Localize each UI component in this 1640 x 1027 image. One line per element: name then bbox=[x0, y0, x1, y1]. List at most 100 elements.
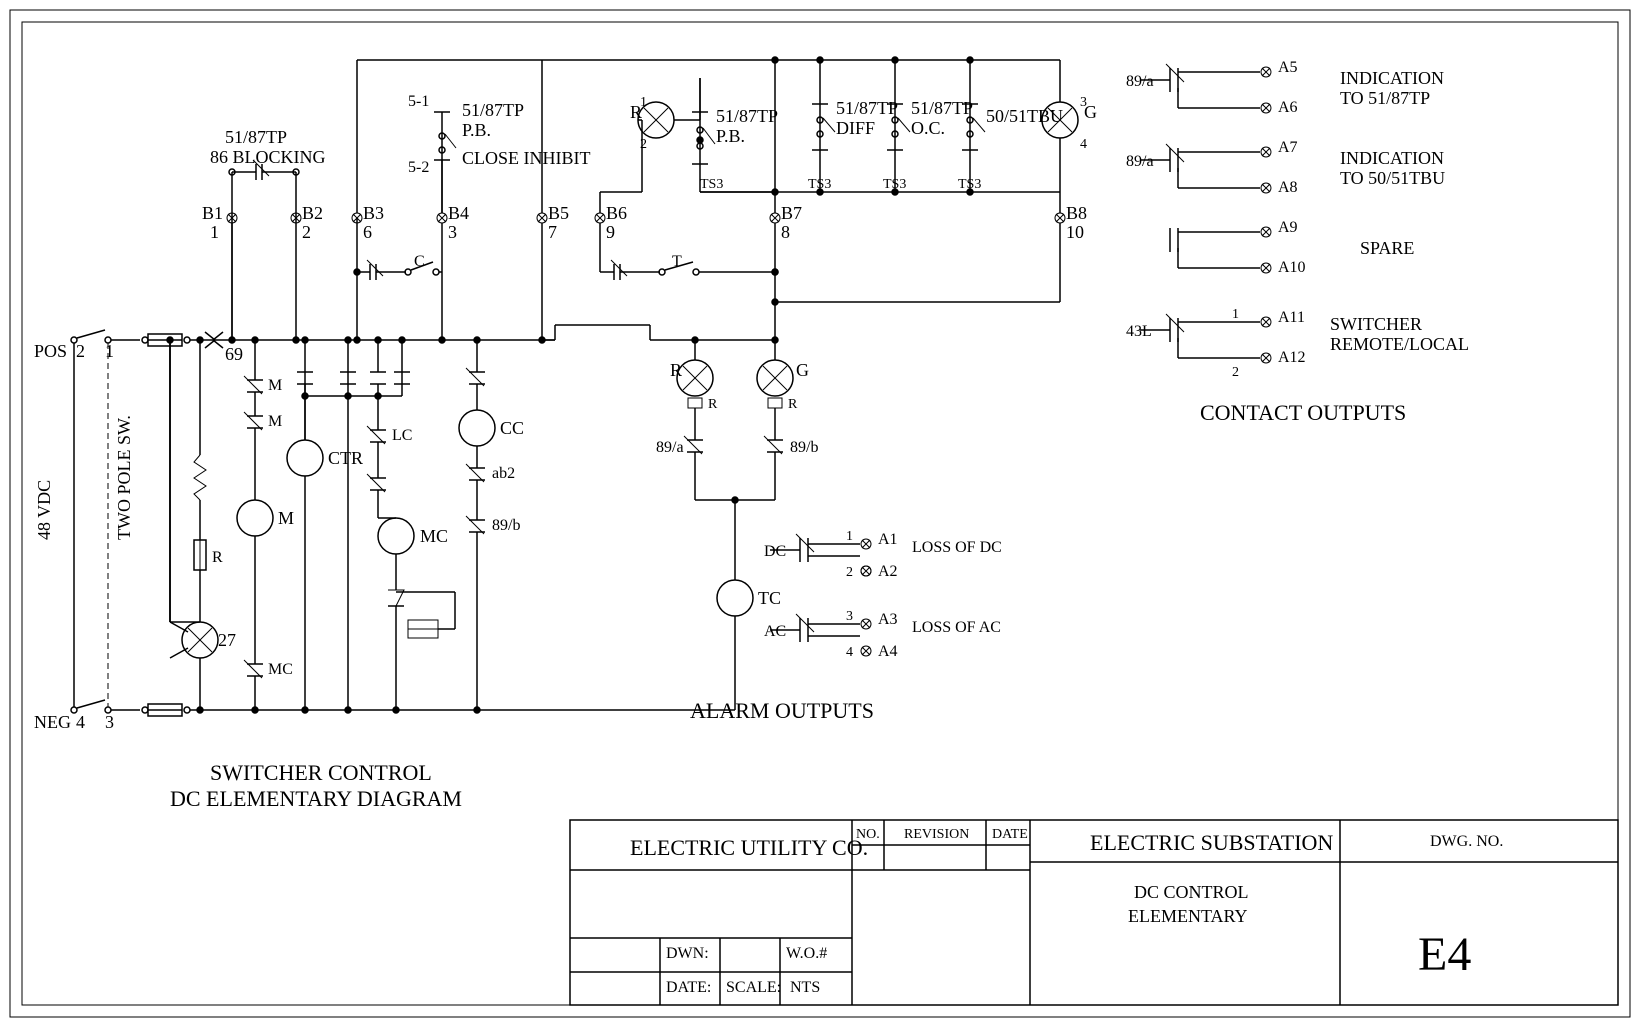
svg-text:INDICATION: INDICATION bbox=[1340, 148, 1444, 168]
svg-text:5-2: 5-2 bbox=[408, 159, 429, 176]
svg-text:1: 1 bbox=[846, 529, 853, 544]
svg-text:A5: A5 bbox=[1278, 59, 1298, 76]
svg-text:6: 6 bbox=[363, 222, 372, 242]
svg-text:DIFF: DIFF bbox=[836, 118, 875, 138]
svg-text:89/a: 89/a bbox=[1126, 73, 1154, 90]
svg-text:ELECTRIC SUBSTATION: ELECTRIC SUBSTATION bbox=[1090, 830, 1333, 855]
svg-text:CLOSE INHIBIT: CLOSE INHIBIT bbox=[462, 148, 591, 168]
svg-text:A1: A1 bbox=[878, 531, 898, 548]
svg-text:ELEMENTARY: ELEMENTARY bbox=[1128, 906, 1248, 926]
sw-69: 69 bbox=[225, 344, 243, 364]
svg-text:51/87TP: 51/87TP bbox=[462, 100, 524, 120]
svg-text:1: 1 bbox=[210, 222, 219, 242]
svg-text:SCALE:: SCALE: bbox=[726, 979, 781, 996]
svg-text:B7: B7 bbox=[781, 203, 802, 223]
svg-text:4: 4 bbox=[1080, 137, 1087, 152]
pos-2: 2 bbox=[76, 341, 85, 361]
svg-text:DC ELEMENTARY DIAGRAM: DC ELEMENTARY DIAGRAM bbox=[170, 786, 462, 811]
svg-text:R: R bbox=[708, 397, 718, 412]
svg-text:50/51TBU: 50/51TBU bbox=[986, 106, 1063, 126]
blocking-2: 86 BLOCKING bbox=[210, 147, 326, 167]
label-48vdc: 48 VDC bbox=[34, 480, 54, 540]
svg-text:51/87TP: 51/87TP bbox=[716, 106, 778, 126]
svg-text:A2: A2 bbox=[878, 563, 898, 580]
contact-outputs: 89/a A5A6 INDICATIONTO 51/87TP 89/a A7A8… bbox=[1126, 59, 1469, 380]
svg-text:MC: MC bbox=[268, 661, 293, 678]
svg-text:1: 1 bbox=[1232, 307, 1239, 322]
svg-text:TO 50/51TBU: TO 50/51TBU bbox=[1340, 168, 1445, 188]
svg-text:5-1: 5-1 bbox=[408, 93, 429, 110]
svg-text:A4: A4 bbox=[878, 643, 898, 660]
svg-text:SWITCHER CONTROL: SWITCHER CONTROL bbox=[210, 760, 432, 785]
svg-text:B4: B4 bbox=[448, 203, 469, 223]
svg-text:R: R bbox=[788, 397, 798, 412]
svg-text:ab2: ab2 bbox=[492, 465, 515, 482]
svg-text:AC: AC bbox=[764, 623, 786, 640]
svg-text:CC: CC bbox=[500, 418, 524, 438]
svg-text:DATE: DATE bbox=[992, 827, 1028, 842]
svg-text:ELECTRIC UTILITY CO.: ELECTRIC UTILITY CO. bbox=[630, 835, 868, 860]
svg-text:A10: A10 bbox=[1278, 259, 1306, 276]
svg-text:10: 10 bbox=[1066, 222, 1084, 242]
svg-text:DC: DC bbox=[764, 543, 786, 560]
pos-1: 1 bbox=[105, 341, 114, 361]
svg-text:R: R bbox=[670, 360, 682, 380]
schematic-canvas: POS 2 1 69 NEG 4 3 48 VDC TWO POLE SW. 5… bbox=[0, 0, 1640, 1027]
svg-text:2: 2 bbox=[302, 222, 311, 242]
svg-text:A7: A7 bbox=[1278, 139, 1298, 156]
svg-text:M: M bbox=[278, 508, 294, 528]
svg-text:LC: LC bbox=[392, 427, 412, 444]
svg-text:TS3: TS3 bbox=[700, 177, 723, 192]
svg-text:LOSS OF DC: LOSS OF DC bbox=[912, 539, 1002, 556]
svg-text:A9: A9 bbox=[1278, 219, 1298, 236]
svg-text:51/87TP: 51/87TP bbox=[911, 98, 973, 118]
svg-text:E4: E4 bbox=[1418, 928, 1471, 981]
svg-text:M: M bbox=[268, 377, 282, 394]
svg-text:T: T bbox=[672, 253, 682, 270]
svg-text:DC CONTROL: DC CONTROL bbox=[1134, 882, 1249, 902]
neg-4: 4 bbox=[76, 712, 85, 732]
blocking-1: 51/87TP bbox=[225, 127, 287, 147]
alarm-title: ALARM OUTPUTS bbox=[690, 698, 874, 723]
svg-text:2: 2 bbox=[846, 565, 853, 580]
svg-text:89/b: 89/b bbox=[790, 439, 818, 456]
svg-text:LOSS OF AC: LOSS OF AC bbox=[912, 619, 1001, 636]
svg-text:M: M bbox=[268, 413, 282, 430]
svg-text:B6: B6 bbox=[606, 203, 627, 223]
svg-text:B2: B2 bbox=[302, 203, 323, 223]
svg-text:3: 3 bbox=[846, 609, 853, 624]
svg-text:R: R bbox=[212, 549, 223, 566]
svg-text:A12: A12 bbox=[1278, 349, 1306, 366]
svg-text:TC: TC bbox=[758, 588, 781, 608]
tB1: B1 bbox=[202, 203, 223, 223]
svg-text:51/87TP: 51/87TP bbox=[836, 98, 898, 118]
svg-text:DWN:: DWN: bbox=[666, 945, 709, 962]
svg-text:B8: B8 bbox=[1066, 203, 1087, 223]
svg-text:REMOTE/LOCAL: REMOTE/LOCAL bbox=[1330, 334, 1469, 354]
svg-text:3: 3 bbox=[448, 222, 457, 242]
svg-text:7: 7 bbox=[548, 222, 557, 242]
svg-text:8: 8 bbox=[781, 222, 790, 242]
svg-text:G: G bbox=[796, 360, 809, 380]
svg-text:SWITCHER: SWITCHER bbox=[1330, 314, 1422, 334]
svg-text:B5: B5 bbox=[548, 203, 569, 223]
svg-text:4: 4 bbox=[846, 645, 853, 660]
svg-text:A11: A11 bbox=[1278, 309, 1305, 326]
svg-text:A8: A8 bbox=[1278, 179, 1298, 196]
alarm-outputs: DC 1 2 A1 A2 LOSS OF DC AC 3 4 A3 A4 LOSS OF… bbox=[764, 529, 1002, 660]
svg-text:3: 3 bbox=[1080, 95, 1087, 110]
svg-text:1: 1 bbox=[640, 95, 647, 110]
svg-text:B3: B3 bbox=[363, 203, 384, 223]
svg-text:NTS: NTS bbox=[790, 979, 820, 996]
svg-text:TO 51/87TP: TO 51/87TP bbox=[1340, 88, 1430, 108]
svg-text:A3: A3 bbox=[878, 611, 898, 628]
svg-text:2: 2 bbox=[1232, 365, 1239, 380]
svg-text:INDICATION: INDICATION bbox=[1340, 68, 1444, 88]
svg-text:P.B.: P.B. bbox=[716, 126, 745, 146]
label-two-pole: TWO POLE SW. bbox=[114, 415, 134, 540]
svg-text:A6: A6 bbox=[1278, 99, 1298, 116]
svg-text:O.C.: O.C. bbox=[911, 118, 945, 138]
svg-text:REVISION: REVISION bbox=[904, 827, 969, 842]
svg-text:9: 9 bbox=[606, 222, 615, 242]
label-neg: NEG bbox=[34, 712, 71, 732]
